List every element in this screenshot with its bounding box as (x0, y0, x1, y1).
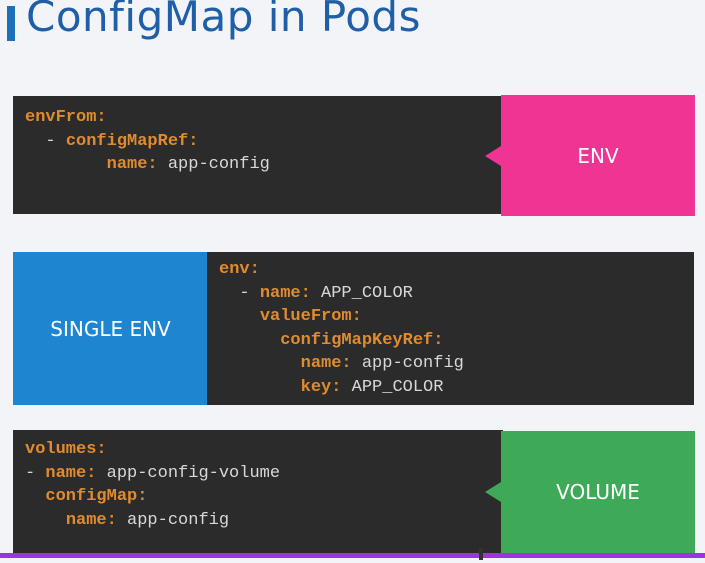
env-tag-label: ENV (577, 143, 619, 168)
single-env-tag-label: SINGLE ENV (50, 316, 171, 341)
code-dash: - (25, 463, 46, 483)
code-value: app-config (351, 354, 464, 373)
code-key: configMapKeyRef: (280, 330, 444, 350)
code-value: APP_COLOR (310, 283, 413, 303)
code-key: configMap: (45, 487, 148, 506)
code-key: envFrom: (25, 108, 107, 127)
volume-tag: VOLUME (501, 431, 695, 553)
title-accent-bar (7, 6, 15, 41)
code-dash: - (219, 283, 260, 303)
code-key: key: (300, 377, 342, 397)
page-title: ConfigMap in Pods (26, 0, 421, 41)
code-key: volumes: (25, 440, 107, 459)
env-tag-pointer (485, 146, 501, 166)
code-key: name: (45, 463, 97, 483)
volume-tag-label: VOLUME (556, 480, 640, 504)
code-dash: - (25, 131, 66, 151)
code-key: name: (259, 283, 311, 303)
volume-tag-pointer (485, 482, 501, 502)
code-value: APP_COLOR (341, 377, 444, 397)
code-block-volume: volumes: - name: app-config-volume confi… (13, 430, 503, 553)
code-key: env: (219, 260, 260, 279)
code-key: valueFrom: (259, 307, 362, 326)
single-env-tag: SINGLE ENV (13, 252, 208, 405)
code-block-env-from: envFrom: - configMapRef: name: app-confi… (13, 96, 503, 214)
code-block-single-env: env: - name: APP_COLOR valueFrom: config… (207, 252, 694, 405)
bottom-divider (0, 553, 705, 558)
code-key: configMapRef: (65, 131, 199, 151)
code-key: name: (65, 510, 117, 530)
code-value: app-config (157, 155, 270, 174)
code-key: name: (106, 155, 158, 174)
code-key: name: (300, 354, 352, 373)
env-tag: ENV (501, 95, 695, 216)
progress-marker (479, 548, 483, 560)
code-value: app-config-volume (96, 463, 281, 483)
code-value: app-config (116, 510, 230, 530)
